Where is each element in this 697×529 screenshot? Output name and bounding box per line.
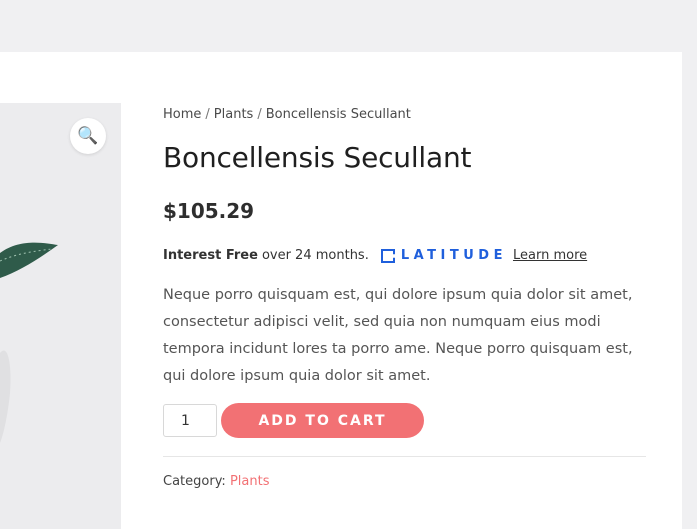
breadcrumb-current: Boncellensis Secullant [265, 107, 411, 122]
breadcrumb-plants[interactable]: Plants [214, 107, 254, 122]
product-description: Neque porro quisquam est, qui dolore ips… [163, 287, 633, 384]
zoom-button[interactable]: 🔍 [70, 118, 106, 154]
months-text: over 24 months. [261, 248, 369, 263]
interest-free-label: Interest Free [163, 248, 258, 263]
product-image [0, 242, 58, 443]
product-price: $105.29 [163, 199, 255, 223]
category-link[interactable]: Plants [230, 474, 270, 489]
breadcrumb-separator: / [205, 107, 210, 122]
search-icon: 🔍 [77, 125, 99, 146]
product-gallery[interactable]: 🔍 [0, 103, 121, 529]
product-meta: Category: Plants [163, 474, 270, 489]
category-label: Category: [163, 474, 226, 489]
breadcrumb-separator: / [257, 107, 262, 122]
breadcrumb-home[interactable]: Home [163, 107, 201, 122]
product-title: Boncellensis Secullant [163, 141, 472, 174]
divider [163, 456, 646, 457]
latitude-brand: LATITUDE [400, 248, 507, 263]
latitude-finance-row: Interest Free over 24 months. LATITUDE L… [163, 248, 587, 263]
latitude-logo: LATITUDE [380, 248, 507, 263]
quantity-input[interactable] [163, 404, 217, 437]
latitude-mark-icon [380, 248, 395, 263]
breadcrumb: Home / Plants / Boncellensis Secullant [163, 107, 411, 122]
learn-more-link[interactable]: Learn more [513, 248, 587, 263]
add-to-cart-button[interactable]: ADD TO CART [221, 403, 424, 438]
